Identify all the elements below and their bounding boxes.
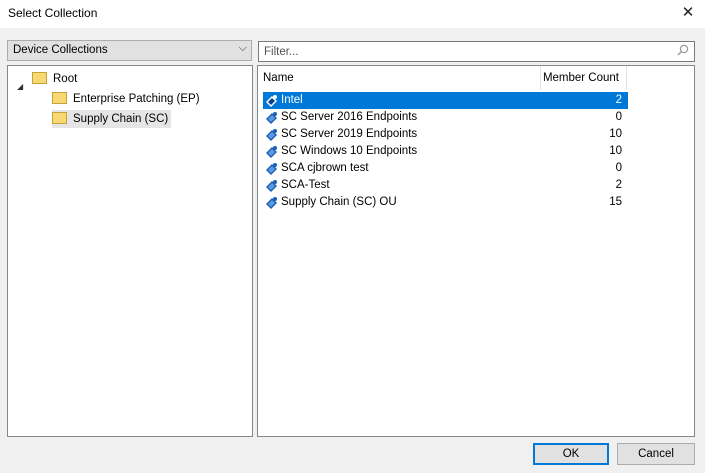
- collection-icon: [266, 129, 277, 141]
- collection-icon: [266, 180, 277, 192]
- title-bar: Select Collection ✕: [0, 0, 705, 28]
- row-count: 2: [615, 179, 622, 191]
- collection-icon: [266, 112, 277, 124]
- tree-node-root[interactable]: ◢ Root: [8, 70, 248, 91]
- tree-node-supply-chain[interactable]: Supply Chain (SC): [52, 110, 172, 128]
- list-row-sc-server-2016[interactable]: SC Server 2016 Endpoints 0: [263, 109, 628, 126]
- list-row-sc-server-2019[interactable]: SC Server 2019 Endpoints 10: [263, 126, 628, 143]
- row-name: SCA cjbrown test: [281, 162, 369, 174]
- folder-tree[interactable]: ◢ Root Enterprise Patching (EP) Supply C…: [7, 65, 253, 437]
- list-row-sca-cjbrown-test[interactable]: SCA cjbrown test 0: [263, 160, 628, 177]
- row-count: 15: [609, 196, 622, 208]
- column-header-name[interactable]: Name: [263, 66, 541, 90]
- folder-icon: [32, 71, 47, 84]
- row-count: 2: [615, 94, 622, 106]
- collection-icon: [266, 146, 277, 158]
- tree-node-label: Root: [53, 73, 78, 85]
- row-count: 0: [615, 111, 622, 123]
- list-row-intel[interactable]: Intel 2: [263, 92, 628, 109]
- list-header: Name Member Count: [258, 66, 694, 90]
- tree-node-label: Enterprise Patching (EP): [73, 93, 200, 105]
- row-name: Supply Chain (SC) OU: [281, 196, 397, 208]
- collection-icon: [266, 95, 277, 107]
- folder-icon: [52, 91, 67, 104]
- filter-box[interactable]: [258, 41, 695, 62]
- row-count: 0: [615, 162, 622, 174]
- close-icon[interactable]: ✕: [679, 3, 697, 23]
- filter-input[interactable]: [262, 45, 666, 59]
- row-name: SC Windows 10 Endpoints: [281, 145, 418, 157]
- row-name: SCA-Test: [281, 179, 330, 191]
- expand-arrow-icon[interactable]: ◢: [17, 78, 23, 96]
- collection-list[interactable]: Name Member Count Intel 2 SC Server 2016…: [257, 65, 695, 437]
- row-name: SC Server 2016 Endpoints: [281, 111, 418, 123]
- ok-button[interactable]: OK: [533, 443, 609, 465]
- row-name: SC Server 2019 Endpoints: [281, 128, 418, 140]
- search-icon[interactable]: [677, 44, 689, 56]
- cancel-button[interactable]: Cancel: [617, 443, 695, 465]
- tree-node-enterprise-patching[interactable]: Enterprise Patching (EP): [52, 90, 200, 108]
- list-row-sc-windows-10[interactable]: SC Windows 10 Endpoints 10: [263, 143, 628, 160]
- list-row-supply-chain-ou[interactable]: Supply Chain (SC) OU 15: [263, 194, 628, 211]
- window-title: Select Collection: [8, 6, 98, 20]
- column-header-member-count[interactable]: Member Count: [541, 66, 627, 90]
- chevron-down-icon: ⌵: [238, 42, 247, 54]
- collection-type-dropdown[interactable]: Device Collections ⌵: [7, 40, 252, 61]
- collection-icon: [266, 197, 277, 209]
- list-row-sca-test[interactable]: SCA-Test 2: [263, 177, 628, 194]
- row-name: Intel: [281, 94, 303, 106]
- tree-node-label: Supply Chain (SC): [73, 113, 169, 125]
- row-count: 10: [609, 128, 622, 140]
- row-count: 10: [609, 145, 622, 157]
- collection-type-value: Device Collections: [13, 44, 108, 56]
- folder-icon: [52, 111, 67, 124]
- collection-icon: [266, 163, 277, 175]
